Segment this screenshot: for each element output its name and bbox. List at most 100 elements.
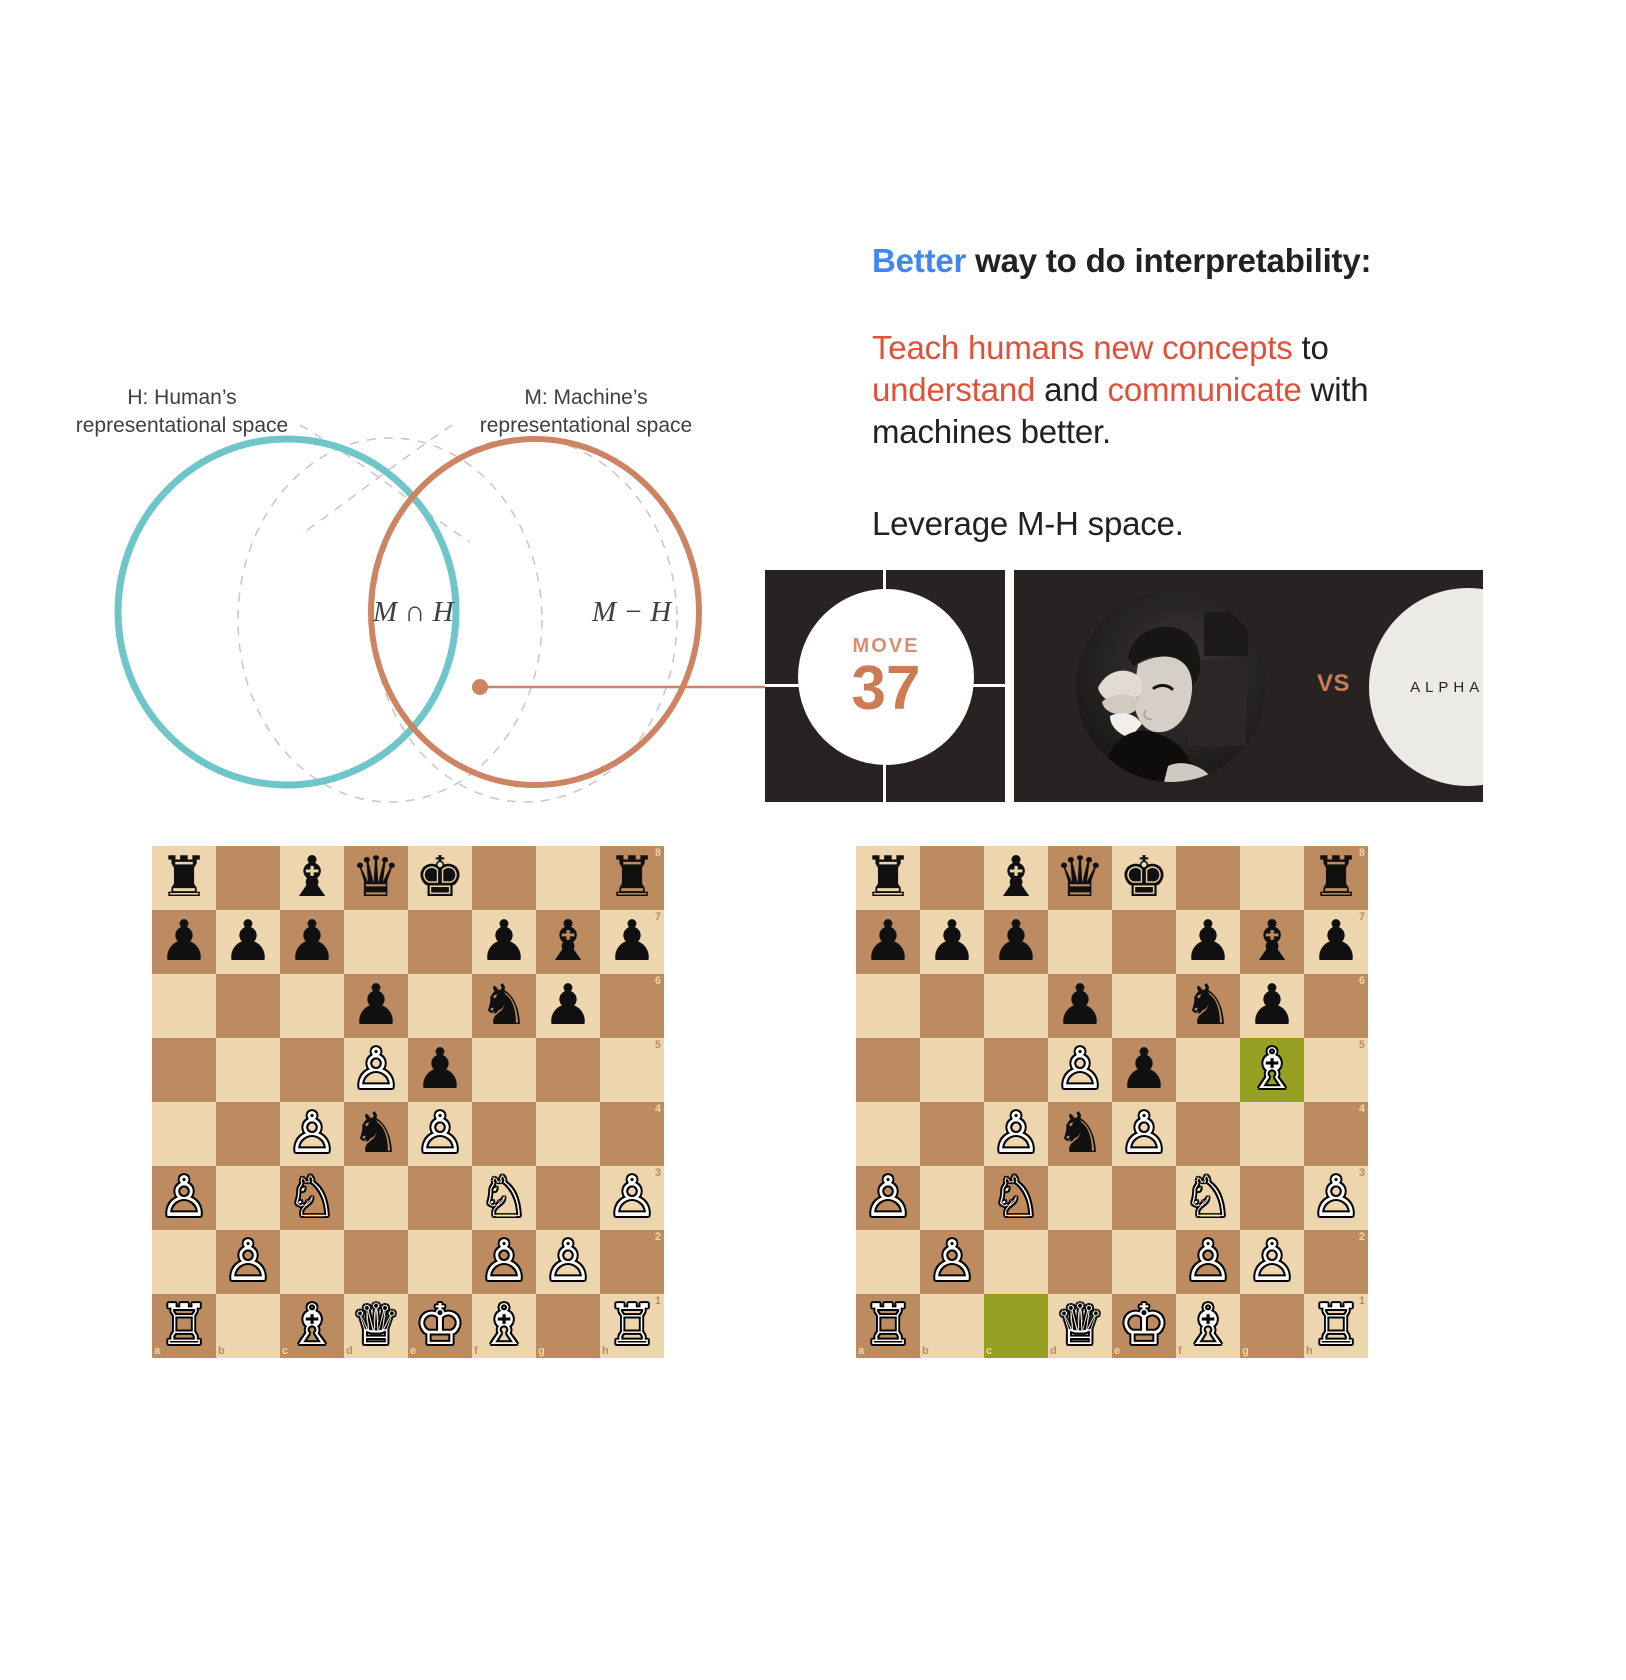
square-d2[interactable] xyxy=(344,1230,408,1294)
square-a2[interactable] xyxy=(152,1230,216,1294)
square-g2[interactable]: ♙ xyxy=(536,1230,600,1294)
piece-P-f2[interactable]: ♙ xyxy=(472,1230,536,1294)
piece-p-g6[interactable]: ♟ xyxy=(1240,974,1304,1038)
piece-Q-d1[interactable]: ♕ xyxy=(1048,1294,1112,1358)
square-f7[interactable]: ♟ xyxy=(1176,910,1240,974)
square-b8[interactable] xyxy=(216,846,280,910)
piece-q-d8[interactable]: ♛ xyxy=(344,846,408,910)
square-g5[interactable] xyxy=(536,1038,600,1102)
piece-b-c8[interactable]: ♝ xyxy=(984,846,1048,910)
square-f8[interactable] xyxy=(472,846,536,910)
piece-P-g2[interactable]: ♙ xyxy=(536,1230,600,1294)
square-g8[interactable] xyxy=(536,846,600,910)
square-g6[interactable]: ♟ xyxy=(1240,974,1304,1038)
square-b7[interactable]: ♟ xyxy=(920,910,984,974)
square-d7[interactable] xyxy=(1048,910,1112,974)
chessboard-left[interactable]: ♜ ♝ ♛ ♚ ♜ 8 ♟ ♟ ♟ ♟ ♝ ♟ 7 ♟ ♞ ♟ 6 ♙ ♟ 5 ♙ ♞ ♙ 4 ♙ ♘ ♘ ♙ 3 ♙ ♙ ♙ 2 ♖ a b ♗ c ♕ d… xyxy=(152,846,664,1358)
square-a1[interactable]: ♖ a xyxy=(152,1294,216,1358)
square-g8[interactable] xyxy=(1240,846,1304,910)
piece-N-c3[interactable]: ♘ xyxy=(280,1166,344,1230)
piece-n-f6[interactable]: ♞ xyxy=(472,974,536,1038)
square-d5[interactable]: ♙ xyxy=(1048,1038,1112,1102)
square-a6[interactable] xyxy=(856,974,920,1038)
square-c6[interactable] xyxy=(984,974,1048,1038)
square-a6[interactable] xyxy=(152,974,216,1038)
square-e2[interactable] xyxy=(1112,1230,1176,1294)
square-d1[interactable]: ♕ d xyxy=(344,1294,408,1358)
piece-r-a8[interactable]: ♜ xyxy=(152,846,216,910)
piece-p-d6[interactable]: ♟ xyxy=(344,974,408,1038)
piece-p-g6[interactable]: ♟ xyxy=(536,974,600,1038)
piece-P-d5[interactable]: ♙ xyxy=(1048,1038,1112,1102)
square-b7[interactable]: ♟ xyxy=(216,910,280,974)
piece-p-d6[interactable]: ♟ xyxy=(1048,974,1112,1038)
piece-N-c3[interactable]: ♘ xyxy=(984,1166,1048,1230)
piece-K-e1[interactable]: ♔ xyxy=(1112,1294,1176,1358)
square-f5[interactable] xyxy=(472,1038,536,1102)
square-f4[interactable] xyxy=(1176,1102,1240,1166)
square-f6[interactable]: ♞ xyxy=(1176,974,1240,1038)
square-g7[interactable]: ♝ xyxy=(1240,910,1304,974)
square-c4[interactable]: ♙ xyxy=(984,1102,1048,1166)
piece-b-c8[interactable]: ♝ xyxy=(280,846,344,910)
square-g1[interactable]: g xyxy=(536,1294,600,1358)
square-d3[interactable] xyxy=(1048,1166,1112,1230)
piece-P-e4[interactable]: ♙ xyxy=(408,1102,472,1166)
square-f1[interactable]: ♗ f xyxy=(1176,1294,1240,1358)
square-a1[interactable]: ♖ a xyxy=(856,1294,920,1358)
piece-p-a7[interactable]: ♟ xyxy=(856,910,920,974)
square-f1[interactable]: ♗ f xyxy=(472,1294,536,1358)
square-c3[interactable]: ♘ xyxy=(280,1166,344,1230)
square-a5[interactable] xyxy=(856,1038,920,1102)
square-g3[interactable] xyxy=(536,1166,600,1230)
piece-p-b7[interactable]: ♟ xyxy=(216,910,280,974)
square-g1[interactable]: g xyxy=(1240,1294,1304,1358)
square-d4[interactable]: ♞ xyxy=(1048,1102,1112,1166)
square-a4[interactable] xyxy=(152,1102,216,1166)
square-b2[interactable]: ♙ xyxy=(216,1230,280,1294)
square-f2[interactable]: ♙ xyxy=(472,1230,536,1294)
piece-k-e8[interactable]: ♚ xyxy=(1112,846,1176,910)
square-a3[interactable]: ♙ xyxy=(856,1166,920,1230)
piece-b-g7[interactable]: ♝ xyxy=(1240,910,1304,974)
square-c1[interactable]: ♗ c xyxy=(280,1294,344,1358)
square-h4[interactable]: 4 xyxy=(600,1102,664,1166)
square-c2[interactable] xyxy=(280,1230,344,1294)
square-f7[interactable]: ♟ xyxy=(472,910,536,974)
square-b1[interactable]: b xyxy=(920,1294,984,1358)
square-e8[interactable]: ♚ xyxy=(1112,846,1176,910)
square-c5[interactable] xyxy=(984,1038,1048,1102)
square-e4[interactable]: ♙ xyxy=(1112,1102,1176,1166)
square-e6[interactable] xyxy=(1112,974,1176,1038)
square-e2[interactable] xyxy=(408,1230,472,1294)
square-d8[interactable]: ♛ xyxy=(1048,846,1112,910)
piece-P-f2[interactable]: ♙ xyxy=(1176,1230,1240,1294)
piece-p-e5[interactable]: ♟ xyxy=(1112,1038,1176,1102)
piece-p-f7[interactable]: ♟ xyxy=(472,910,536,974)
square-d6[interactable]: ♟ xyxy=(344,974,408,1038)
square-a7[interactable]: ♟ xyxy=(152,910,216,974)
square-d4[interactable]: ♞ xyxy=(344,1102,408,1166)
piece-p-e5[interactable]: ♟ xyxy=(408,1038,472,1102)
square-e8[interactable]: ♚ xyxy=(408,846,472,910)
square-g5[interactable]: ♗ xyxy=(1240,1038,1304,1102)
square-d6[interactable]: ♟ xyxy=(1048,974,1112,1038)
square-b6[interactable] xyxy=(920,974,984,1038)
square-g4[interactable] xyxy=(1240,1102,1304,1166)
square-d3[interactable] xyxy=(344,1166,408,1230)
square-h3[interactable]: ♙ 3 xyxy=(1304,1166,1368,1230)
square-f3[interactable]: ♘ xyxy=(472,1166,536,1230)
piece-N-f3[interactable]: ♘ xyxy=(1176,1166,1240,1230)
square-g7[interactable]: ♝ xyxy=(536,910,600,974)
piece-b-g7[interactable]: ♝ xyxy=(536,910,600,974)
piece-R-a1[interactable]: ♖ xyxy=(152,1294,216,1358)
square-f3[interactable]: ♘ xyxy=(1176,1166,1240,1230)
square-g6[interactable]: ♟ xyxy=(536,974,600,1038)
square-d1[interactable]: ♕ d xyxy=(1048,1294,1112,1358)
square-h6[interactable]: 6 xyxy=(1304,974,1368,1038)
piece-K-e1[interactable]: ♔ xyxy=(408,1294,472,1358)
square-e3[interactable] xyxy=(408,1166,472,1230)
piece-P-e4[interactable]: ♙ xyxy=(1112,1102,1176,1166)
square-c3[interactable]: ♘ xyxy=(984,1166,1048,1230)
piece-n-f6[interactable]: ♞ xyxy=(1176,974,1240,1038)
